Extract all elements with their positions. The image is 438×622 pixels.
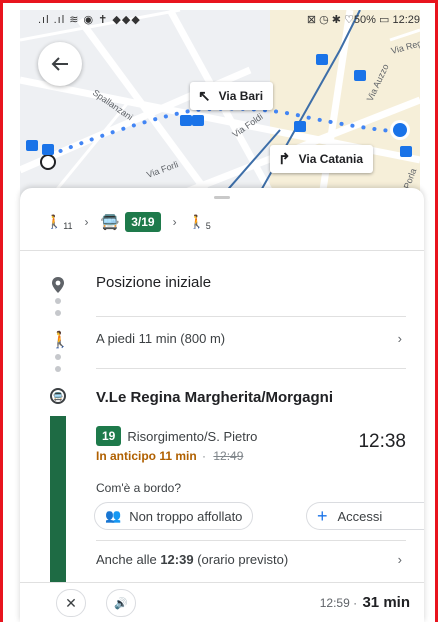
departure-time: 12:38 (358, 431, 406, 452)
bus-line-badge: 3/19 (125, 212, 161, 232)
separator-dot: · (198, 449, 210, 463)
also-suffix: (orario previsto) (193, 552, 289, 567)
back-button[interactable] (38, 42, 82, 86)
crowding-label: Non troppo affollato (129, 508, 243, 524)
chevron-right-icon[interactable]: › (398, 331, 402, 346)
voice-guidance-button[interactable]: 🔊 (106, 589, 136, 617)
route-line-badge: 19 (96, 426, 122, 446)
chevron-right-icon: › (172, 215, 177, 229)
close-button[interactable]: ✕ (56, 589, 86, 617)
status-right-icons: ⊠ ◷ ✱ ♡50% ▭ 12:29 (306, 14, 420, 26)
drag-handle[interactable] (214, 196, 230, 199)
onboard-question: Com'è a bordo? (96, 481, 182, 495)
start-location: Posizione iniziale (96, 274, 212, 291)
separator-dot: · (353, 596, 361, 610)
bottom-bar: ✕ 🔊 12:59 · 31 min (20, 582, 424, 622)
status-left-icons: .ıl .ıl ≋ ◉ ✝ ◆◆◆ (38, 14, 141, 26)
arrival-summary: 12:59 · 31 min (320, 594, 410, 611)
chevron-right-icon: › (84, 215, 89, 229)
turn-left-icon: ↖ (198, 88, 211, 105)
next-departure-row[interactable]: Anche alle 12:39 (orario previsto) (96, 552, 288, 567)
also-time: 12:39 (160, 552, 194, 567)
plus-icon: + (317, 505, 328, 526)
divider (96, 316, 406, 317)
bus-stop-icon: 🚍 (50, 388, 66, 404)
map-graphic: Spallanzani Via Reg Via Foldi Via Forli … (20, 10, 420, 210)
route-dot (55, 310, 61, 316)
walk-end-minutes: 5 (205, 221, 211, 231)
crowding-chip[interactable]: 👥 Non troppo affollato (94, 502, 254, 530)
status-bar: .ıl .ıl ≋ ◉ ✝ ◆◆◆ ⊠ ◷ ✱ ♡50% ▭ 12:29 (20, 12, 420, 28)
route-dot (55, 366, 61, 372)
walk-icon: 🚶 (46, 214, 63, 229)
trip-summary: 🚶 11 › 🚍 3/19 › 🚶 5 (46, 210, 211, 234)
chevron-right-icon[interactable]: › (398, 552, 402, 567)
walk-start-minutes: 11 (63, 221, 73, 231)
turn-label-via-catania[interactable]: ↱ Via Catania (270, 145, 374, 173)
arrival-time: 12:59 (319, 596, 350, 610)
arrow-left-icon (51, 57, 68, 71)
turn-label-via-bari[interactable]: ↖ Via Bari (190, 82, 274, 110)
divider (96, 368, 406, 369)
walk-icon: 🚶 (50, 332, 70, 349)
trip-duration: 31 min (362, 594, 410, 611)
scheduled-time: 12:49 (213, 449, 244, 463)
bus-icon: 🚍 (100, 214, 120, 231)
route-dot (55, 298, 61, 304)
turn-label-text: Via Bari (218, 89, 264, 103)
route-info[interactable]: 19 Risorgimento/S. Pietro (96, 426, 257, 446)
turn-right-icon: ↱ (278, 151, 291, 168)
turn-label-text: Via Catania (298, 152, 364, 166)
realtime-status: In anticipo 11 min · 12:49 (96, 449, 243, 463)
divider (20, 250, 424, 251)
boarding-stop-name[interactable]: V.Le Regina Margherita/Morgagni (96, 389, 333, 406)
route-destination: Risorgimento/S. Pietro (127, 428, 258, 444)
route-map[interactable]: Spallanzani Via Reg Via Foldi Via Forli … (20, 10, 420, 210)
also-prefix: Anche alle (96, 552, 161, 567)
divider (96, 540, 406, 541)
walk-step[interactable]: A piedi 11 min (800 m) (96, 331, 225, 346)
accessibility-label: Accessi (337, 508, 383, 524)
walk-icon: 🚶 (188, 214, 205, 229)
speaker-icon: 🔊 (114, 597, 128, 610)
crowd-icon: 👥 (105, 508, 122, 523)
directions-sheet[interactable]: 🚶 11 › 🚍 3/19 › 🚶 5 🚶 Posizione iniziale… (20, 188, 424, 622)
close-icon: ✕ (65, 594, 77, 611)
accessibility-chip[interactable]: + Accessi (306, 502, 424, 530)
route-dot (55, 354, 61, 360)
location-pin-icon (50, 276, 66, 299)
early-status: In anticipo 11 min (96, 449, 197, 463)
